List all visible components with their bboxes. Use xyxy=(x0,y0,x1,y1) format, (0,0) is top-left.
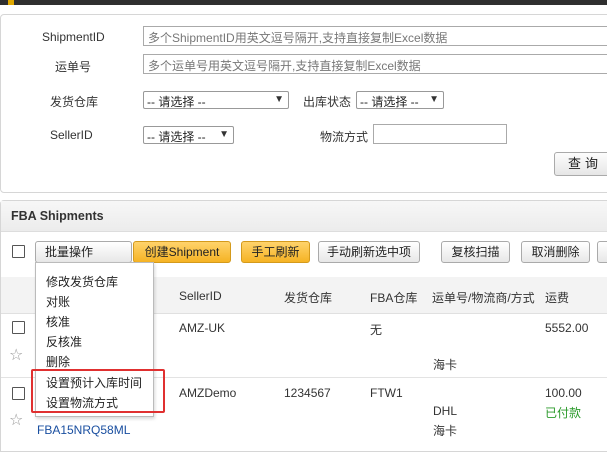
row-method: 海卡 xyxy=(433,358,458,372)
row-freight: 100.00 xyxy=(545,386,582,400)
seller-select-value: -- 请选择 -- xyxy=(147,130,206,144)
shipment-id-label: ShipmentID xyxy=(42,30,105,44)
chevron-down-icon: ▼ xyxy=(274,94,284,105)
row-fba-warehouse: FTW1 xyxy=(370,386,403,400)
chevron-down-icon: ▼ xyxy=(219,129,229,140)
row-method: 海卡 xyxy=(433,424,458,438)
column-header-tracking: 运单号/物流商/方式 xyxy=(432,291,535,305)
refresh-selected-button[interactable]: 手动刷新选中项 xyxy=(318,241,420,263)
query-button[interactable]: 查询 xyxy=(554,152,607,176)
menu-item-unapprove[interactable]: 反核准 xyxy=(46,333,82,350)
cancel-delete-button[interactable]: 取消删除 xyxy=(521,241,590,263)
batch-operations-button[interactable]: 批量操作 xyxy=(35,241,132,263)
row-status: 已付款 xyxy=(545,406,582,420)
tracking-input[interactable]: 多个运单号用英文逗号隔开,支持直接复制Excel数据 xyxy=(143,54,607,74)
fba-title: FBA Shipments xyxy=(11,209,104,223)
top-bar xyxy=(0,0,607,5)
chevron-down-icon: ▼ xyxy=(429,94,439,105)
shipment-id-input[interactable]: 多个ShipmentID用英文逗号隔开,支持直接复制Excel数据 xyxy=(143,26,607,46)
menu-item-edit-warehouse[interactable]: 修改发货仓库 xyxy=(46,273,118,290)
row-carrier: DHL xyxy=(433,404,458,418)
warehouse-select[interactable]: -- 请选择 -- ▼ xyxy=(143,91,289,109)
menu-item-delete[interactable]: 删除 xyxy=(46,353,70,370)
tracking-label: 运单号 xyxy=(55,60,92,74)
top-bar-accent xyxy=(8,0,14,5)
star-icon[interactable]: ☆ xyxy=(9,345,23,365)
seller-select[interactable]: -- 请选择 -- ▼ xyxy=(143,126,234,144)
column-header-seller: SellerID xyxy=(179,289,222,303)
star-icon[interactable]: ☆ xyxy=(9,410,23,430)
column-header-freight: 运费 xyxy=(545,291,570,305)
row-checkbox[interactable] xyxy=(12,387,25,400)
select-all-checkbox[interactable] xyxy=(12,245,25,258)
recheck-scan-button[interactable]: 复核扫描 xyxy=(441,241,510,263)
menu-item-reconcile[interactable]: 对账 xyxy=(46,293,70,310)
outbound-status-select[interactable]: -- 请选择 -- ▼ xyxy=(356,91,444,109)
row-fba-warehouse: 无 xyxy=(370,323,383,337)
more-button[interactable] xyxy=(597,241,607,263)
row-warehouse: 1234567 xyxy=(284,386,331,400)
row-seller: AMZ-UK xyxy=(179,321,225,335)
row-checkbox[interactable] xyxy=(12,321,25,334)
column-header-fba-warehouse: FBA仓库 xyxy=(370,291,418,305)
fba-header: FBA Shipments xyxy=(1,201,607,232)
row-seller: AMZDemo xyxy=(179,386,237,400)
highlight-box xyxy=(31,369,165,413)
seller-label: SellerID xyxy=(50,128,93,142)
logistics-label: 物流方式 xyxy=(320,130,369,144)
create-shipment-button[interactable]: 创建Shipment xyxy=(133,241,231,263)
warehouse-label: 发货仓库 xyxy=(50,95,99,109)
column-header-warehouse: 发货仓库 xyxy=(284,291,333,305)
menu-item-approve[interactable]: 核准 xyxy=(46,313,70,330)
logistics-input[interactable] xyxy=(373,124,507,144)
row-freight: 5552.00 xyxy=(545,321,589,335)
outbound-status-value: -- 请选择 -- xyxy=(360,95,419,109)
row-shipment-id-link[interactable]: FBA15NRQ58ML xyxy=(37,423,130,437)
manual-refresh-button[interactable]: 手工刷新 xyxy=(241,241,310,263)
outbound-status-label: 出库状态 xyxy=(303,95,352,109)
warehouse-select-value: -- 请选择 -- xyxy=(147,95,206,109)
